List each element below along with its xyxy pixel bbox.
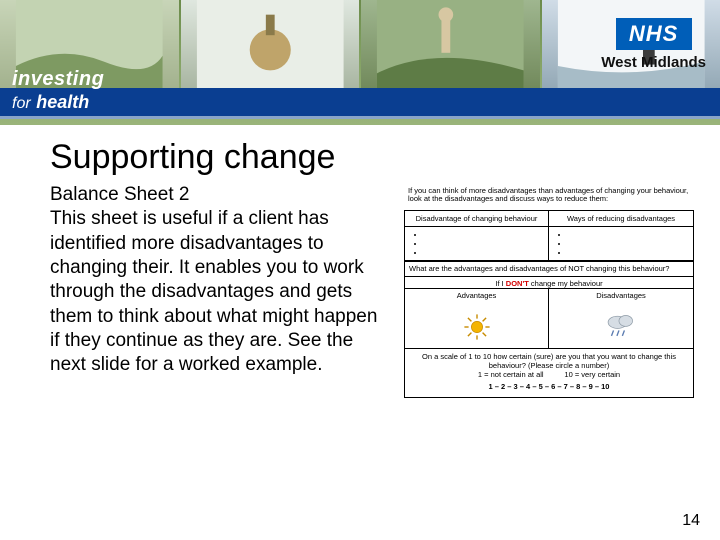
- worksheet-mid-question: What are the advantages and disadvantage…: [405, 261, 693, 276]
- advantages-label: Advantages: [409, 291, 544, 300]
- banner-photo: [361, 0, 540, 88]
- scale-numbers: 1 – 2 – 3 – 4 – 5 – 6 – 7 – 8 – 9 – 10: [409, 382, 689, 391]
- advantages-cell: Advantages: [405, 288, 549, 348]
- banner-photo: [181, 0, 360, 88]
- balance-sheet-worksheet: If you can think of more disadvantages t…: [404, 183, 694, 398]
- change-dont: DON'T: [506, 279, 529, 288]
- logo-text-for: for: [12, 95, 31, 112]
- header-banner: investing for health NHS West Midlands: [0, 0, 720, 125]
- worksheet-scale-block: On a scale of 1 to 10 how certain (sure)…: [405, 348, 693, 397]
- page-number: 14: [682, 512, 700, 530]
- slide-body-text: Balance Sheet 2This sheet is useful if a…: [50, 183, 390, 378]
- slide-title: Supporting change: [50, 138, 696, 177]
- disadvantages-cell: Disadvantages: [549, 288, 693, 348]
- nhs-brand: NHS West Midlands: [601, 18, 706, 71]
- change-suffix: change my behaviour: [529, 279, 603, 288]
- worksheet-cell: [549, 227, 693, 261]
- worksheet-intro: If you can think of more disadvantages t…: [404, 183, 694, 208]
- worksheet-change-heading: If I DON'T change my behaviour: [405, 276, 693, 288]
- logo-text-investing: investing: [12, 68, 104, 91]
- banner-rule: [0, 116, 720, 119]
- scale-low-label: 1 = not certain at all: [478, 370, 544, 379]
- worksheet-col1-header: Disadvantage of changing behaviour: [405, 211, 549, 227]
- scale-high-label: 10 = very certain: [564, 370, 620, 379]
- nhs-logo: NHS: [616, 18, 692, 50]
- scale-question: On a scale of 1 to 10 how certain (sure)…: [409, 352, 689, 370]
- rain-cloud-icon: [604, 311, 638, 341]
- investing-for-health-logo: investing for health: [12, 68, 104, 114]
- nhs-region-label: West Midlands: [601, 54, 706, 71]
- logo-text-health: health: [36, 92, 89, 112]
- slide-content: Supporting change Balance Sheet 2This sh…: [50, 138, 696, 398]
- banner-blue-bar: [0, 88, 720, 116]
- disadvantages-label: Disadvantages: [553, 291, 689, 300]
- change-prefix: If I: [495, 279, 505, 288]
- worksheet-cell: [405, 227, 549, 261]
- worksheet-col2-header: Ways of reducing disadvantages: [549, 211, 693, 227]
- sun-icon: [463, 313, 491, 343]
